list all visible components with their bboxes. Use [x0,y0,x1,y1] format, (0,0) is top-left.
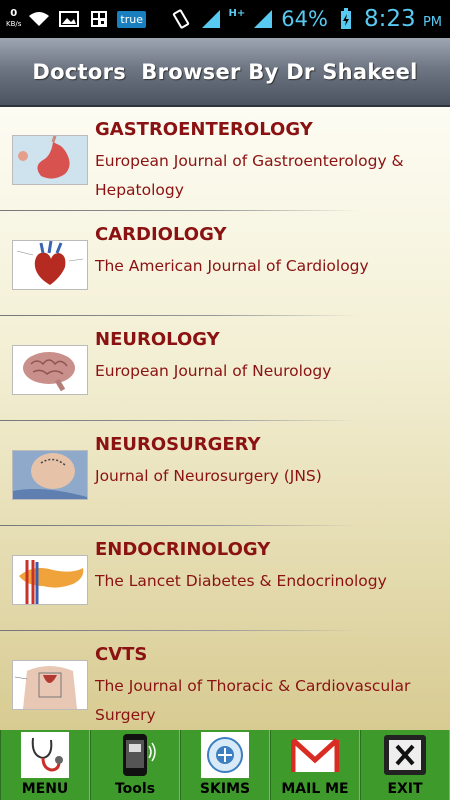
image-notification-icon [57,9,81,29]
signal-2-icon [251,9,275,29]
list-item-title: CARDIOLOGY [95,224,227,245]
list-item-subtitle: The Journal of Thoracic & Cardiovascular… [95,677,411,724]
tab-menu[interactable]: MENU [0,730,90,800]
list-item-endocrinology[interactable]: ENDOCRINOLOGY The Lancet Diabetes & Endo… [0,527,450,632]
clock-time: 8:23 [363,6,416,32]
list-item-title: GASTROENTEROLOGY [95,119,313,140]
specialty-list[interactable]: GASTROENTEROLOGY European Journal of Gas… [0,107,450,730]
tab-mail-me[interactable]: MAIL ME [270,730,360,800]
clock: 8:23 PM [364,6,442,32]
head-surgery-icon [12,450,88,500]
list-item-title: NEUROSURGERY [95,434,261,455]
clock-ampm: PM [422,15,442,30]
phone-tools-icon [111,732,159,778]
tab-label: MENU [21,781,69,797]
list-item-gastroenterology[interactable]: GASTROENTEROLOGY European Journal of Gas… [0,107,450,212]
network-speed-unit: KB/s [6,20,22,28]
tab-tools[interactable]: Tools [90,730,180,800]
list-item-title: CVTS [95,644,148,665]
list-item-neurology[interactable]: NEUROLOGY European Journal of Neurology [0,317,450,422]
list-item-neurosurgery[interactable]: NEUROSURGERY Journal of Neurosurgery (JN… [0,422,450,527]
qr-code-icon [87,9,111,29]
network-speed: 0 KB/s [6,9,21,29]
status-bar: 0 KB/s true H+ 64% 8:23 PM [0,0,450,38]
list-item-title: ENDOCRINOLOGY [95,539,271,560]
tab-label: Tools [114,781,156,797]
list-item-subtitle: European Journal of Gastroenterology & H… [95,152,404,199]
brain-icon [12,345,88,395]
list-item-subtitle: European Journal of Neurology [95,362,332,380]
bottom-tab-bar: MENU Tools SKIMS MAIL ME EXIT [0,730,450,800]
network-speed-value: 0 [10,8,18,19]
skims-logo-icon [201,732,249,778]
page-title: Doctors Browser By Dr Shakeel [32,59,418,84]
stethoscope-icon [21,732,69,778]
list-item-cvts[interactable]: CVTS The Journal of Thoracic & Cardiovas… [0,632,450,730]
exit-icon [381,732,429,778]
tab-label: SKIMS [199,781,251,797]
tab-skims[interactable]: SKIMS [180,730,270,800]
heart-icon [12,240,88,290]
network-type: H+ [228,7,246,19]
wifi-icon [27,9,51,29]
battery-percent: 64% [281,7,328,31]
tab-label: MAIL ME [281,781,349,797]
title-bar: Doctors Browser By Dr Shakeel [0,38,450,107]
tab-exit[interactable]: EXIT [360,730,450,800]
battery-charging-icon [334,8,358,29]
stomach-icon [12,135,88,185]
list-item-subtitle: Journal of Neurosurgery (JNS) [95,467,322,485]
mail-icon [291,732,339,778]
list-item-title: NEUROLOGY [95,329,220,350]
list-item-cardiology[interactable]: CARDIOLOGY The American Journal of Cardi… [0,212,450,317]
list-item-subtitle: The Lancet Diabetes & Endocrinology [95,572,387,590]
vibrate-icon [169,9,193,29]
signal-1-icon [199,9,223,29]
tab-label: EXIT [387,781,423,797]
carrier-badge: true [117,10,146,28]
pancreas-icon [12,555,88,605]
thorax-icon [12,660,88,710]
list-item-subtitle: The American Journal of Cardiology [95,257,369,275]
